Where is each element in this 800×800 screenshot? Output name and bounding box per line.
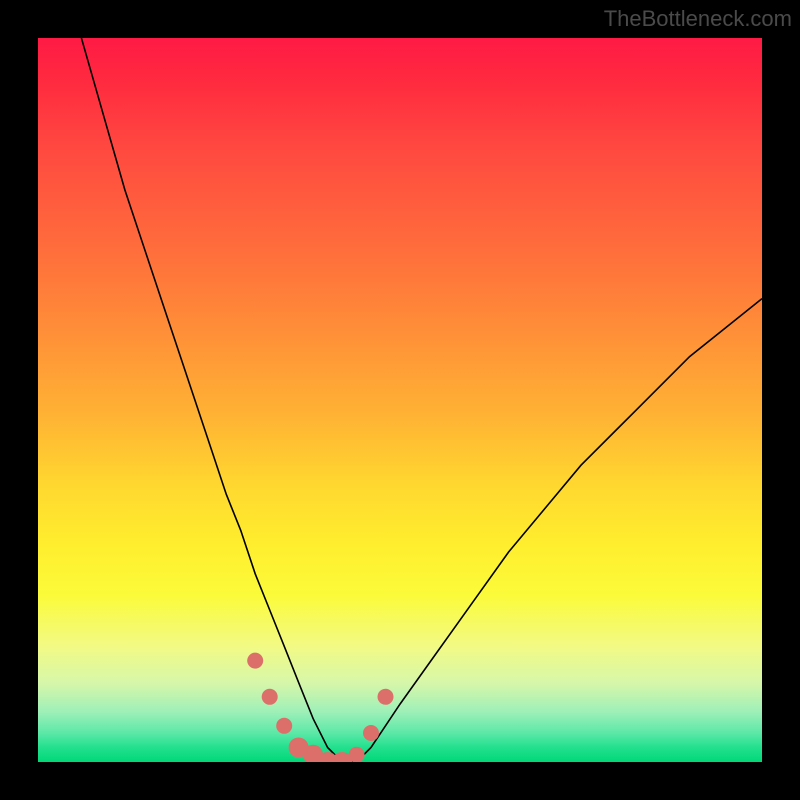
highlight-dot [289,738,309,758]
watermark-text: TheBottleneck.com [604,6,792,32]
bottleneck-curve [81,38,762,762]
chart-frame: TheBottleneck.com [0,0,800,800]
highlight-dot [349,747,365,762]
highlight-dot [262,689,278,705]
highlight-dot [247,653,263,669]
highlight-dot [363,725,379,741]
highlight-dot [276,718,292,734]
highlight-dot [303,745,323,762]
highlight-dot [332,752,352,762]
highlight-dots-group [247,653,393,762]
highlight-dot [318,752,338,762]
curve-layer [38,38,762,762]
highlight-dot [378,689,394,705]
plot-area [38,38,762,762]
